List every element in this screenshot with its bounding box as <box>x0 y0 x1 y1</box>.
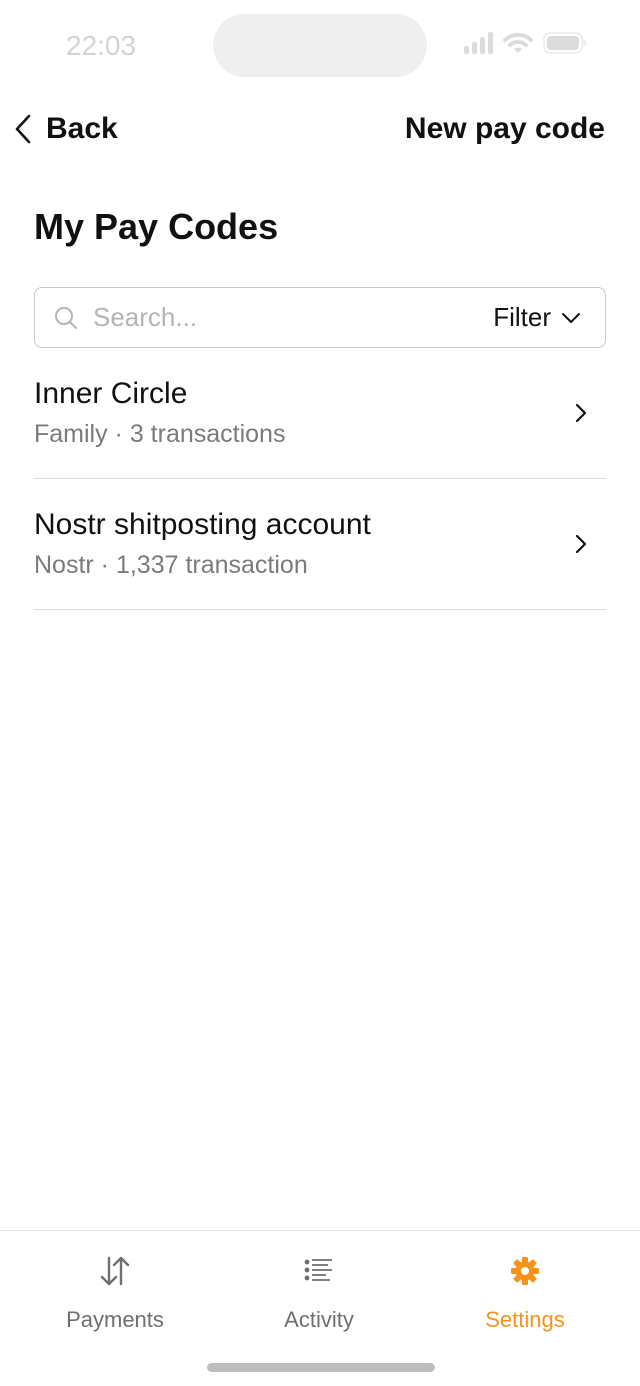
back-button[interactable]: Back <box>14 112 118 146</box>
tab-bar: Payments Activity Settings <box>0 1230 640 1386</box>
gear-icon <box>511 1257 539 1285</box>
chevron-left-icon <box>15 114 31 144</box>
search-icon <box>55 306 77 329</box>
chevron-right-icon <box>575 403 587 423</box>
signal-icon <box>464 32 493 54</box>
status-icons <box>464 32 586 54</box>
list-item[interactable]: Inner Circle Family · 3 transactions <box>34 348 606 479</box>
pay-code-subtitle: Family · 3 transactions <box>34 420 286 448</box>
tab-payments[interactable]: Payments <box>15 1231 215 1351</box>
new-pay-code-button[interactable]: New pay code <box>405 112 605 146</box>
pay-code-subtitle: Nostr · 1,337 transaction <box>34 551 308 579</box>
tab-activity[interactable]: Activity <box>219 1231 419 1351</box>
chevron-down-icon <box>562 312 580 323</box>
search-bar: Filter <box>34 287 606 348</box>
arrows-up-down-icon <box>100 1256 130 1286</box>
dynamic-island <box>213 14 427 77</box>
status-bar: 22:03 <box>0 0 640 90</box>
filter-label: Filter <box>493 302 551 332</box>
nav-bar: Back New pay code <box>0 108 640 154</box>
back-label: Back <box>46 112 118 145</box>
list-icon <box>304 1259 332 1281</box>
chevron-right-icon <box>575 534 587 554</box>
filter-dropdown[interactable]: Filter <box>493 302 581 333</box>
wifi-icon <box>503 32 533 53</box>
pay-code-name: Nostr shitposting account <box>34 508 371 541</box>
search-input[interactable] <box>91 301 494 334</box>
tab-label: Activity <box>284 1307 354 1332</box>
status-time: 22:03 <box>66 30 137 61</box>
tab-label: Settings <box>485 1307 565 1332</box>
list-item[interactable]: Nostr shitposting account Nostr · 1,337 … <box>34 479 606 610</box>
page-title: My Pay Codes <box>34 206 279 247</box>
pay-code-list: Inner Circle Family · 3 transactions Nos… <box>34 348 606 610</box>
home-indicator <box>207 1363 435 1372</box>
battery-icon <box>543 32 586 54</box>
tab-settings[interactable]: Settings <box>425 1231 625 1351</box>
tab-label: Payments <box>66 1307 164 1332</box>
pay-code-name: Inner Circle <box>34 377 188 410</box>
